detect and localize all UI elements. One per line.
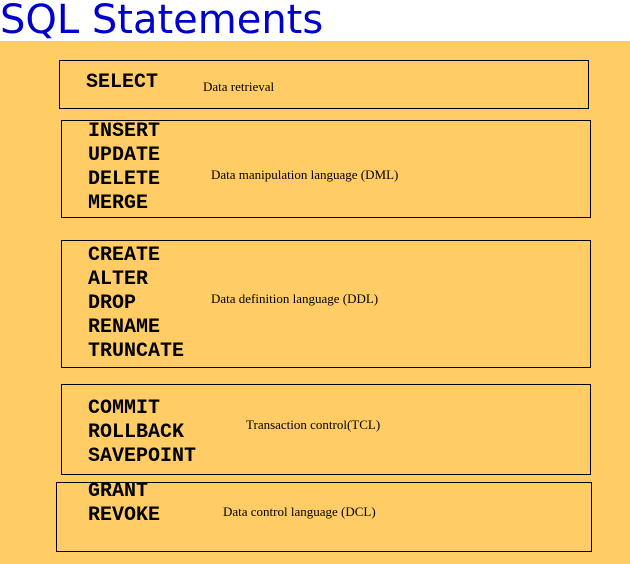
group-description: Data retrieval bbox=[203, 79, 275, 94]
keyword-rollback: ROLLBACK bbox=[88, 421, 185, 444]
slide: SQL Statements SELECT Data retrieval INS… bbox=[0, 0, 630, 564]
keyword-list: COMMIT ROLLBACK SAVEPOINT bbox=[88, 397, 196, 469]
keyword-grant: GRANT bbox=[88, 480, 149, 503]
group-description: Transaction control(TCL) bbox=[246, 417, 381, 432]
group-dcl: GRANT REVOKE Data control language (DCL) bbox=[56, 480, 592, 552]
group-tcl: COMMIT ROLLBACK SAVEPOINT Transaction co… bbox=[61, 384, 591, 475]
keyword-list: CREATE ALTER DROP RENAME TRUNCATE bbox=[88, 244, 184, 364]
group-description: Data definition language (DDL) bbox=[211, 291, 379, 306]
keyword-list: GRANT REVOKE bbox=[88, 480, 160, 528]
group-data-retrieval: SELECT Data retrieval bbox=[59, 60, 589, 109]
statements-panel: SELECT Data retrieval INSERT UPDATE DELE… bbox=[0, 41, 630, 564]
keyword-delete: DELETE bbox=[88, 168, 161, 191]
keyword-alter: ALTER bbox=[88, 268, 149, 291]
keyword-revoke: REVOKE bbox=[88, 504, 161, 527]
slide-title: SQL Statements bbox=[0, 0, 324, 43]
keyword-select: SELECT bbox=[86, 71, 159, 94]
keyword-commit: COMMIT bbox=[88, 397, 161, 420]
keyword-merge: MERGE bbox=[88, 192, 149, 215]
keyword-savepoint: SAVEPOINT bbox=[88, 445, 197, 468]
keyword-list: INSERT UPDATE DELETE MERGE bbox=[88, 120, 160, 216]
keyword-insert: INSERT bbox=[88, 120, 161, 143]
group-ddl: CREATE ALTER DROP RENAME TRUNCATE Data d… bbox=[61, 240, 591, 368]
keyword-truncate: TRUNCATE bbox=[88, 340, 185, 363]
keyword-drop: DROP bbox=[88, 292, 137, 315]
group-dml: INSERT UPDATE DELETE MERGE Data manipula… bbox=[61, 120, 591, 218]
group-description: Data manipulation language (DML) bbox=[211, 167, 399, 182]
keyword-create: CREATE bbox=[88, 244, 161, 267]
keyword-list: SELECT bbox=[86, 71, 158, 95]
keyword-rename: RENAME bbox=[88, 316, 161, 339]
group-description: Data control language (DCL) bbox=[223, 504, 376, 519]
keyword-update: UPDATE bbox=[88, 144, 161, 167]
